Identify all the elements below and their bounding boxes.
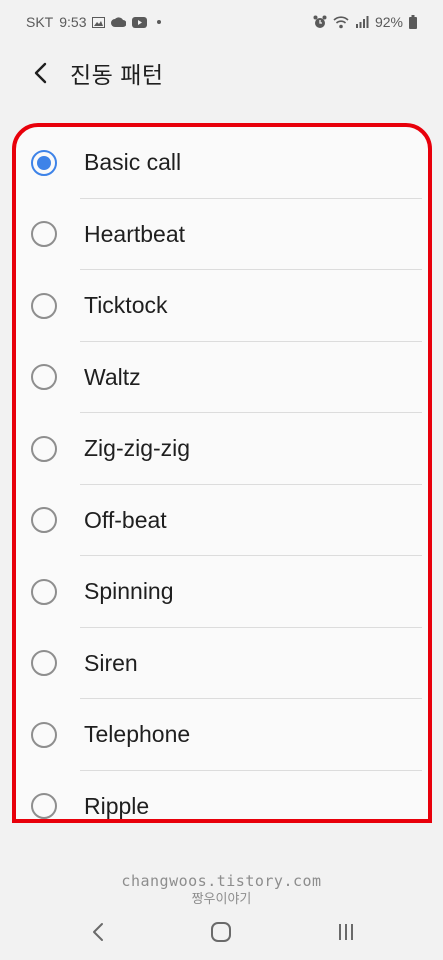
page-title: 진동 패턴 — [70, 62, 164, 88]
nav-back-button[interactable] — [84, 918, 112, 946]
app-header: 진동 패턴 — [0, 44, 443, 102]
list-item-ripple[interactable]: Ripple — [16, 771, 428, 819]
list-item-siren[interactable]: Siren — [16, 628, 428, 699]
status-right: 92% — [313, 14, 417, 30]
list-item-ticktock[interactable]: Ticktock — [16, 270, 428, 342]
time-label: 9:53 — [59, 14, 87, 30]
radio-button[interactable] — [31, 650, 57, 677]
list-item-heartbeat[interactable]: Heartbeat — [16, 199, 428, 270]
back-button[interactable] — [28, 61, 52, 85]
radio-button[interactable] — [31, 292, 57, 319]
cloud-icon — [111, 17, 127, 27]
nav-back-icon — [93, 923, 103, 941]
nav-home-button[interactable] — [207, 918, 235, 946]
list-item-label: Ripple — [84, 792, 150, 819]
status-left: SKT 9:53 — [26, 14, 162, 30]
nav-home-icon — [211, 922, 231, 942]
list-item-label: Heartbeat — [84, 220, 186, 247]
signal-icon — [355, 16, 369, 28]
battery-icon — [409, 15, 417, 29]
list-item-spinning[interactable]: Spinning — [16, 556, 428, 628]
carrier-label: SKT — [26, 14, 54, 30]
nav-recents-icon — [339, 924, 353, 940]
more-notifications-icon — [157, 20, 162, 24]
radio-button[interactable] — [31, 507, 57, 534]
list-item-label: Siren — [84, 649, 138, 676]
radio-button[interactable] — [31, 364, 57, 391]
vibration-pattern-list: Basic call Heartbeat Ticktock Waltz Zig-… — [12, 123, 432, 823]
youtube-icon — [132, 16, 148, 28]
radio-button-selected[interactable] — [31, 149, 57, 176]
radio-button[interactable] — [31, 721, 57, 748]
list-item-waltz[interactable]: Waltz — [16, 342, 428, 413]
list-item-basic-call[interactable]: Basic call — [16, 127, 428, 199]
radio-button[interactable] — [31, 578, 57, 605]
navigation-bar — [0, 904, 443, 960]
list-item-zig-zig-zig[interactable]: Zig-zig-zig — [16, 413, 428, 485]
list-item-label: Off-beat — [84, 506, 167, 533]
list-item-label: Basic call — [84, 149, 182, 176]
list-item-label: Ticktock — [84, 292, 168, 319]
radio-button[interactable] — [31, 221, 57, 248]
list-item-label: Zig-zig-zig — [84, 435, 191, 462]
status-bar: SKT 9:53 92% — [0, 0, 443, 44]
back-arrow-icon — [34, 62, 47, 84]
radio-button[interactable] — [31, 435, 57, 462]
gallery-icon — [92, 16, 106, 28]
battery-percent: 92% — [374, 14, 403, 30]
list-item-label: Spinning — [84, 578, 174, 605]
alarm-icon — [313, 15, 327, 29]
list-item-telephone[interactable]: Telephone — [16, 699, 428, 771]
list-item-label: Waltz — [84, 363, 141, 390]
list-item-label: Telephone — [84, 721, 191, 748]
nav-recents-button[interactable] — [332, 918, 360, 946]
radio-button[interactable] — [31, 793, 57, 819]
list-item-off-beat[interactable]: Off-beat — [16, 485, 428, 556]
wifi-icon — [333, 15, 349, 29]
